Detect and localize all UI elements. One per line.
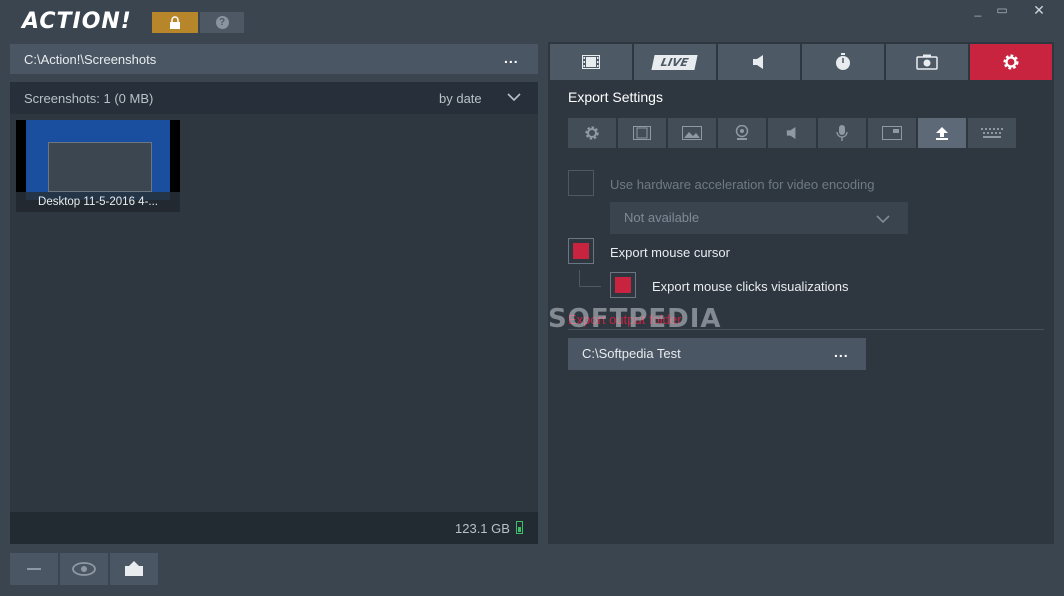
browse-path-button[interactable]: ...: [504, 50, 519, 66]
help-button[interactable]: ?: [200, 12, 244, 33]
keyboard-icon: [981, 128, 1003, 138]
preview-button[interactable]: [60, 553, 108, 585]
live-tab[interactable]: LIVE: [634, 44, 716, 80]
sort-dropdown[interactable]: by date: [439, 91, 482, 106]
hw-accel-label: Use hardware acceleration for video enco…: [610, 177, 875, 192]
screenshots-header: Screenshots: 1 (0 MB) by date: [10, 82, 538, 114]
browse-output-button[interactable]: ...: [834, 344, 849, 360]
audio-subtab[interactable]: [768, 118, 816, 148]
speaker-icon: [753, 55, 763, 69]
screenshot-tab[interactable]: [886, 44, 968, 80]
live-label: LIVE: [651, 54, 699, 70]
chevron-down-icon[interactable]: [507, 92, 521, 102]
window-icon: [882, 126, 902, 140]
stopwatch-icon: [836, 53, 850, 70]
screenshots-count: Screenshots: 1 (0 MB): [24, 91, 154, 106]
output-path: C:\Softpedia Test: [582, 346, 681, 361]
settings-panel: LIVE Export Settings Use hardware accele…: [548, 42, 1054, 544]
mouse-cursor-label: Export mouse cursor: [610, 245, 730, 260]
mouse-clicks-checkbox[interactable]: [610, 272, 636, 298]
checked-indicator: [573, 243, 589, 259]
help-icon: ?: [215, 16, 229, 29]
screenshots-path-bar[interactable]: C:\Action!\Screenshots ...: [10, 44, 538, 74]
free-space: 123.1 GB: [455, 521, 510, 536]
encoder-select[interactable]: Not available: [610, 202, 908, 234]
export-button[interactable]: [110, 553, 158, 585]
microphone-subtab[interactable]: [818, 118, 866, 148]
minus-icon: [27, 568, 41, 570]
lock-icon: [170, 16, 180, 29]
checked-indicator: [615, 277, 631, 293]
webcam-icon: [735, 125, 749, 140]
speaker-icon: [786, 127, 796, 139]
chevron-down-icon: [876, 215, 890, 224]
film-icon: [633, 126, 651, 140]
eye-icon: [72, 562, 96, 576]
remove-button[interactable]: [10, 553, 58, 585]
gear-icon: [1003, 54, 1019, 70]
export-subtab[interactable]: [918, 118, 966, 148]
screenshots-panel: Screenshots: 1 (0 MB) by date Desktop 11…: [10, 82, 538, 544]
thumbnail-window: [48, 142, 152, 192]
maximize-button[interactable]: ▭: [990, 0, 1014, 20]
screenshot-thumbnail[interactable]: Desktop 11-5-2016 4-...: [16, 120, 180, 212]
gear-icon: [585, 126, 599, 140]
output-path-bar[interactable]: C:\Softpedia Test ...: [568, 338, 866, 370]
lock-button[interactable]: [152, 12, 198, 33]
app-logo: ACTION!: [22, 9, 132, 34]
mouse-clicks-label: Export mouse clicks visualizations: [652, 279, 849, 294]
settings-title: Export Settings: [568, 89, 663, 105]
general-subtab[interactable]: [568, 118, 616, 148]
video-subtab[interactable]: [618, 118, 666, 148]
screenshots-path: C:\Action!\Screenshots: [24, 52, 157, 67]
settings-tab[interactable]: [970, 44, 1052, 80]
minimize-button[interactable]: _: [966, 0, 990, 20]
hotkeys-subtab[interactable]: [968, 118, 1016, 148]
thumbnail-label: Desktop 11-5-2016 4-...: [16, 192, 180, 212]
image-subtab[interactable]: [668, 118, 716, 148]
tree-connector-h: [579, 286, 601, 287]
webcam-subtab[interactable]: [718, 118, 766, 148]
mouse-cursor-checkbox[interactable]: [568, 238, 594, 264]
encoder-select-value: Not available: [624, 210, 700, 225]
divider: [568, 329, 1044, 330]
close-button[interactable]: ✕: [1014, 0, 1064, 20]
hw-accel-checkbox[interactable]: [568, 170, 594, 196]
export-icon: [936, 127, 948, 140]
film-icon: [582, 55, 600, 69]
export-icon: [125, 561, 143, 576]
image-icon: [682, 126, 702, 140]
battery-icon: [516, 521, 523, 534]
storage-footer: 123.1 GB: [10, 512, 538, 544]
window-subtab[interactable]: [868, 118, 916, 148]
thumbnail-image: [26, 120, 170, 200]
audio-tab[interactable]: [718, 44, 800, 80]
video-tab[interactable]: [550, 44, 632, 80]
benchmark-tab[interactable]: [802, 44, 884, 80]
microphone-icon: [836, 125, 848, 141]
tree-connector: [579, 270, 580, 286]
camera-icon: [916, 54, 938, 70]
